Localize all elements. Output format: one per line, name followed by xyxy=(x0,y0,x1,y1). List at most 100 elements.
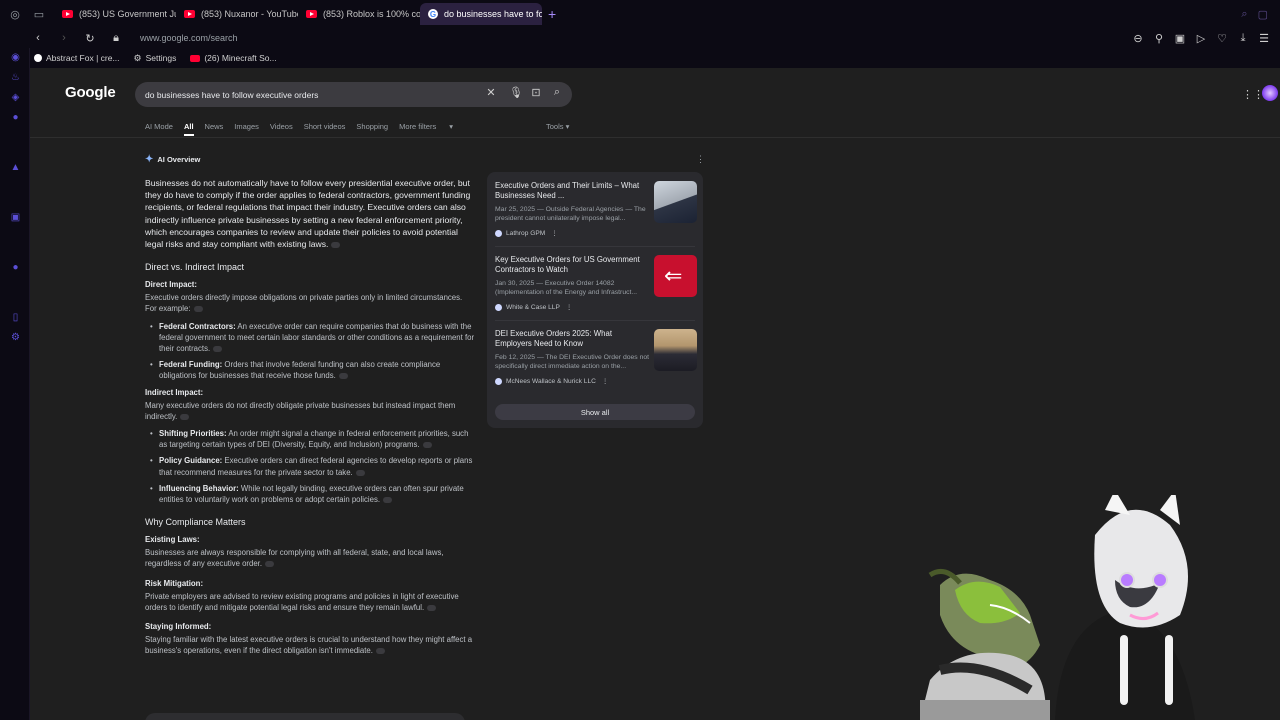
filter-images[interactable]: Images xyxy=(234,122,259,131)
link-icon[interactable] xyxy=(383,497,393,503)
forward-icon[interactable]: › xyxy=(56,32,72,44)
sidebar-icon-messenger[interactable]: ◉ xyxy=(10,52,21,63)
filter-short-videos[interactable]: Short videos xyxy=(304,122,346,131)
avatar[interactable] xyxy=(1262,85,1278,101)
play-icon[interactable]: ▷ xyxy=(1195,32,1207,45)
direct-impact-list: Federal Contractors: An executive order … xyxy=(150,321,475,382)
tools-button[interactable]: Tools ▾ xyxy=(546,122,569,131)
window-controls-icon[interactable]: ▢ xyxy=(1258,8,1268,21)
sidebar-icon-discord[interactable]: ● xyxy=(10,112,21,123)
filter-more[interactable]: More filters ▾ xyxy=(399,122,464,131)
source-card[interactable]: DEI Executive Orders 2025: What Employer… xyxy=(495,329,697,389)
dragon-avatar xyxy=(920,568,1050,720)
filter-ai-mode[interactable]: AI Mode xyxy=(145,122,173,131)
sidebar-icon-triangle[interactable]: ▲ xyxy=(10,162,21,173)
back-icon[interactable]: ‹ xyxy=(30,32,46,44)
new-tab-button[interactable]: + xyxy=(548,6,556,22)
pin-icon[interactable]: ⚲ xyxy=(1153,32,1165,45)
downloads-icon[interactable]: ⤓ xyxy=(1237,32,1249,45)
source-title[interactable]: Key Executive Orders for US Government C… xyxy=(495,255,650,275)
subsection-title: Staying Informed: xyxy=(145,622,212,632)
microphone-icon[interactable]: 🎙︎ xyxy=(509,86,523,99)
bookmark-label: (26) Minecraft So... xyxy=(204,53,277,63)
camera-search-icon[interactable]: ⊡ xyxy=(529,86,543,99)
more-options-icon[interactable]: ⋮ xyxy=(551,229,558,237)
sidebar-icon-fire[interactable]: ♨ xyxy=(10,72,21,83)
tabbar-controls: ⌕ ▢ xyxy=(1241,8,1268,21)
source-title[interactable]: Executive Orders and Their Limits – What… xyxy=(495,181,650,201)
filter-all[interactable]: All xyxy=(183,122,194,136)
tab-label: (853) Nuxanor - YouTube xyxy=(201,9,298,19)
wolf-avatar xyxy=(1055,495,1195,720)
link-icon[interactable] xyxy=(338,373,348,380)
source-meta: White & Case LLP ⋮ xyxy=(495,303,572,311)
youtube-icon xyxy=(62,10,73,18)
profile-icon[interactable]: ☰ xyxy=(1258,32,1270,45)
source-title[interactable]: DEI Executive Orders 2025: What Employer… xyxy=(495,329,650,349)
filter-news[interactable]: News xyxy=(205,122,224,131)
more-options-icon[interactable]: ⋮ xyxy=(566,303,573,311)
search-icon[interactable]: ⌕ xyxy=(550,86,564,99)
show-more-button[interactable] xyxy=(145,713,465,720)
browser-window: ◎ ▭ (853) US Government Ju (853) Nuxanor… xyxy=(0,0,1280,720)
source-thumbnail[interactable] xyxy=(654,181,697,223)
sidebar-icon-settings[interactable]: ⚙ xyxy=(10,332,21,343)
sidebar-icon-shield[interactable]: ◈ xyxy=(10,92,21,103)
filter-shopping[interactable]: Shopping xyxy=(356,122,388,131)
more-options-icon[interactable]: ⋮ xyxy=(602,377,609,385)
show-all-button[interactable]: Show all xyxy=(495,404,695,420)
tab-3[interactable]: (853) Roblox is 100% coo xyxy=(298,3,420,25)
search-input[interactable]: do businesses have to follow executive o… xyxy=(135,82,572,107)
ai-overview-label: AI Overview xyxy=(157,155,201,164)
source-thumbnail[interactable] xyxy=(654,255,697,297)
bookmark-heart-icon[interactable]: ♡ xyxy=(1216,32,1228,45)
tab-active[interactable]: G do businesses have to fo xyxy=(420,3,542,25)
toolbar-actions: ⊖ ⚲ ▣ ▷ ♡ ⤓ ☰ xyxy=(1132,32,1270,45)
bookmark-minecraft[interactable]: (26) Minecraft So... xyxy=(190,53,277,63)
source-snippet: Jan 30, 2025 — Executive Order 14082 (Im… xyxy=(495,280,638,297)
section-title: Why Compliance Matters xyxy=(145,517,246,528)
paragraph-text: Executive orders directly impose obligat… xyxy=(145,293,463,314)
zoom-icon[interactable]: ⊖ xyxy=(1132,32,1144,45)
indirect-impact-list: Shifting Priorities: An order might sign… xyxy=(150,428,475,505)
url-field[interactable]: www.google.com/search xyxy=(140,33,238,43)
link-icon[interactable] xyxy=(331,241,341,248)
source-card[interactable]: Executive Orders and Their Limits – What… xyxy=(495,181,697,241)
screenshot-icon[interactable]: ▣ xyxy=(1174,32,1186,45)
bookmark-settings[interactable]: ⚙ Settings xyxy=(134,53,177,64)
tab-1[interactable]: (853) US Government Ju xyxy=(54,3,176,25)
lock-icon[interactable]: 🔒︎ xyxy=(108,32,124,45)
source-thumbnail[interactable] xyxy=(654,329,697,371)
sidebar-icon-circle[interactable]: ● xyxy=(10,262,21,273)
item-bold: Policy Guidance: xyxy=(159,456,223,466)
bookmark-abstract-fox[interactable]: Abstract Fox | cre... xyxy=(34,53,120,63)
tab-overview-icon[interactable]: ▭ xyxy=(30,5,48,23)
link-icon[interactable] xyxy=(375,648,385,655)
tab-2[interactable]: (853) Nuxanor - YouTube xyxy=(176,3,298,25)
source-favicon-icon xyxy=(495,377,502,385)
paragraph-text: Many executive orders do not directly ob… xyxy=(145,400,456,421)
link-icon[interactable] xyxy=(422,442,432,449)
vtuber-overlay xyxy=(920,495,1195,720)
google-logo[interactable]: Google xyxy=(65,84,116,101)
link-icon[interactable] xyxy=(180,413,190,420)
reload-icon[interactable]: ↻ xyxy=(82,32,98,45)
paragraph-text: Private employers are advised to review … xyxy=(145,591,459,612)
link-icon[interactable] xyxy=(427,604,437,611)
more-options-icon[interactable]: ⋮ xyxy=(696,154,705,165)
link-icon[interactable] xyxy=(355,469,365,476)
browser-menu-icon[interactable]: ◎ xyxy=(6,5,24,23)
browser-sidebar: ◉ ♨ ◈ ● ▲ ▣ ● ▯ ⚙ xyxy=(0,48,30,720)
filter-videos[interactable]: Videos xyxy=(270,122,293,131)
ai-overview-lead: Businesses do not automatically have to … xyxy=(145,177,475,250)
source-card[interactable]: Key Executive Orders for US Government C… xyxy=(495,255,697,315)
sidebar-icon-notes[interactable]: ▯ xyxy=(10,312,21,323)
clear-icon[interactable]: ✕ xyxy=(484,86,498,99)
search-tabs-icon[interactable]: ⌕ xyxy=(1241,8,1247,21)
sidebar-icon-twitch[interactable]: ▣ xyxy=(10,212,21,223)
link-icon[interactable] xyxy=(265,561,275,568)
youtube-icon xyxy=(306,10,317,18)
ai-overview: ✦ AI Overview Businesses do not automati… xyxy=(145,154,475,656)
link-icon[interactable] xyxy=(213,345,223,352)
link-icon[interactable] xyxy=(193,306,203,313)
